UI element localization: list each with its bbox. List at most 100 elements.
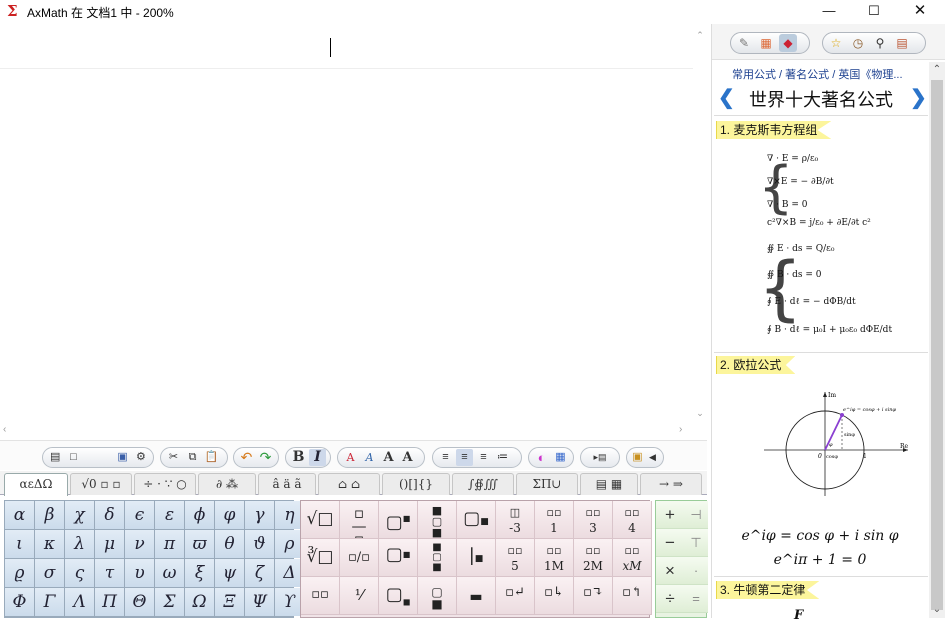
panel-scrollbar[interactable]: ⌃ ⌄ (929, 62, 945, 618)
search-icon[interactable]: ⚲ (871, 34, 889, 52)
greek-symbol[interactable]: Ξ (215, 588, 244, 616)
color-grid-icon[interactable]: ▦ (552, 449, 569, 466)
tab-operators[interactable]: ÷ · ∵ ○ (134, 473, 196, 495)
left-bar-template[interactable]: |■ (457, 539, 496, 577)
tab-arrows[interactable]: → ⇒ (640, 473, 702, 495)
minus-button[interactable]: − (656, 529, 684, 557)
greek-symbol[interactable]: ξ (185, 559, 214, 587)
over-under-template[interactable]: ■ ▢ ■ (418, 501, 457, 539)
greek-symbol[interactable]: υ (125, 559, 154, 587)
stacked-three-template[interactable]: ▫▫ 3 (574, 501, 613, 539)
stacked-2m-template[interactable]: ▫▫ 2M (574, 539, 613, 577)
greek-symbol[interactable]: Θ (125, 588, 154, 616)
toolbox-icon[interactable]: ▣ (631, 449, 644, 466)
nth-root-template[interactable]: ∛□ (301, 539, 340, 577)
greek-symbol[interactable]: β (35, 501, 64, 529)
greek-symbol[interactable]: λ (65, 530, 94, 558)
bold-button[interactable]: B (290, 449, 307, 466)
template-dropdown-icon[interactable]: ▤ (47, 449, 63, 466)
undo-icon[interactable]: ↶ (238, 449, 255, 466)
greek-symbol[interactable]: ς (65, 559, 94, 587)
copy-icon[interactable]: ⧉ (184, 449, 201, 466)
minimize-button[interactable]: — (806, 0, 852, 22)
scroll-left-icon[interactable]: ‹ (3, 424, 6, 435)
align-center-icon[interactable]: ≡ (456, 449, 473, 466)
equals-icon[interactable]: = (684, 585, 708, 613)
fraction-template[interactable]: ▫ — ▫ (340, 501, 379, 539)
stacked-minus-three-template[interactable]: ◫ -3 (496, 501, 535, 539)
italic-button[interactable]: I (309, 449, 326, 466)
paste-icon[interactable]: 📋 (203, 449, 220, 466)
new-file-icon[interactable]: □ (65, 449, 81, 466)
star-icon[interactable]: ☆ (827, 34, 845, 52)
plus-button[interactable]: + (656, 501, 684, 529)
cut-icon[interactable]: ✂ (165, 449, 182, 466)
save-icon[interactable]: ▣ (114, 449, 130, 466)
font-italic-button[interactable]: A (361, 449, 378, 466)
greek-symbol[interactable]: ψ (215, 559, 244, 587)
arrow-left-template[interactable]: ▫↰ (613, 577, 652, 615)
brush-icon[interactable]: ✎ (735, 34, 753, 52)
times-button[interactable]: × (656, 557, 684, 585)
tab-greek[interactable]: αεΔΩ (4, 473, 68, 496)
breadcrumb[interactable]: 常用公式 / 著名公式 / 英国《物理... (732, 66, 922, 82)
greek-symbol[interactable]: ϖ (185, 530, 214, 558)
greek-symbol[interactable]: γ (245, 501, 274, 529)
diagonal-fraction-template[interactable]: ⅟ (340, 577, 379, 615)
close-button[interactable]: ✕ (897, 0, 943, 22)
greek-symbol[interactable]: φ (215, 501, 244, 529)
minus-variant-icon[interactable]: ⊤ (684, 529, 708, 557)
greek-symbol[interactable]: Σ (155, 588, 184, 616)
greek-symbol[interactable]: Γ (35, 588, 64, 616)
font-color-button[interactable]: A (342, 449, 359, 466)
stacked-1m-template[interactable]: ▫▫ 1M (535, 539, 574, 577)
tab-accents[interactable]: â ä ã (258, 473, 316, 495)
align-equals-icon[interactable]: ≔ (494, 449, 511, 466)
section-maxwell[interactable]: 1. 麦克斯韦方程组 (716, 121, 832, 139)
greek-symbol[interactable]: Π (95, 588, 124, 616)
greek-symbol[interactable]: χ (65, 501, 94, 529)
font-grow-button[interactable]: A (380, 449, 397, 466)
dot-icon[interactable]: · (684, 557, 708, 585)
scrollbar-thumb[interactable] (931, 80, 943, 610)
tab-brackets[interactable]: ()[]{} (382, 473, 450, 495)
scroll-right-icon[interactable]: › (679, 424, 682, 435)
triple-stack-template[interactable]: ■ ▢ ■ (418, 539, 457, 577)
sqrt-template[interactable]: √□ (301, 501, 340, 539)
tab-partial[interactable]: ∂ ⁂ (198, 473, 256, 495)
stacked-four-template[interactable]: ▫▫ 4 (613, 501, 652, 539)
arrow-right-down-template[interactable]: ▫↳ (535, 577, 574, 615)
greek-symbol[interactable]: Ψ (245, 588, 274, 616)
scroll-down-icon[interactable]: ⌄ (929, 604, 945, 615)
tab-stacks[interactable]: ⌂ ⌂ (318, 473, 380, 495)
tab-integrals[interactable]: ∫∯∭ (452, 473, 514, 495)
greek-symbol[interactable]: α (5, 501, 34, 529)
stacked-one-template[interactable]: ▫▫ 1 (535, 501, 574, 539)
grid-palette-icon[interactable]: ▦ (757, 34, 775, 52)
editor-vertical-scrollbar[interactable]: ⌃ ⌄ (693, 24, 707, 439)
greek-symbol[interactable]: Φ (5, 588, 34, 616)
greek-symbol[interactable]: ν (125, 530, 154, 558)
under-bar-template[interactable]: ▬ (457, 577, 496, 615)
sub-superscript-template[interactable]: ▢■ (379, 539, 418, 577)
tab-roots[interactable]: √0 ▫ ▫ (70, 473, 132, 495)
scroll-up-icon[interactable]: ⌃ (695, 30, 705, 41)
font-shrink-button[interactable]: A (399, 449, 416, 466)
greek-symbol[interactable]: Ω (185, 588, 214, 616)
greek-symbol[interactable]: ϵ (125, 501, 154, 529)
tab-sums[interactable]: ΣΠ∪ (516, 473, 578, 495)
books-icon[interactable]: ▤ (893, 34, 911, 52)
arrow-right-bottom-template[interactable]: ▫↴ (574, 577, 613, 615)
editor-horizontal-scrollbar[interactable]: ‹ › (0, 424, 693, 438)
history-clock-icon[interactable]: ◷ (849, 34, 867, 52)
scroll-down-icon[interactable]: ⌄ (695, 408, 705, 419)
arrow-down-template[interactable]: ▫↵ (496, 577, 535, 615)
next-arrow-icon[interactable]: ❯ (910, 85, 927, 110)
greek-symbol[interactable]: ω (155, 559, 184, 587)
greek-symbol[interactable]: ϕ (185, 501, 214, 529)
section-euler[interactable]: 2. 欧拉公式 (716, 356, 796, 374)
euler-identity[interactable]: e^iπ + 1 = 0 (712, 552, 928, 568)
mixed-fraction-template[interactable]: ▫▫ (301, 577, 340, 615)
redo-icon[interactable]: ↷ (257, 449, 274, 466)
bookmark-tag-icon[interactable]: ◆ (779, 34, 797, 52)
